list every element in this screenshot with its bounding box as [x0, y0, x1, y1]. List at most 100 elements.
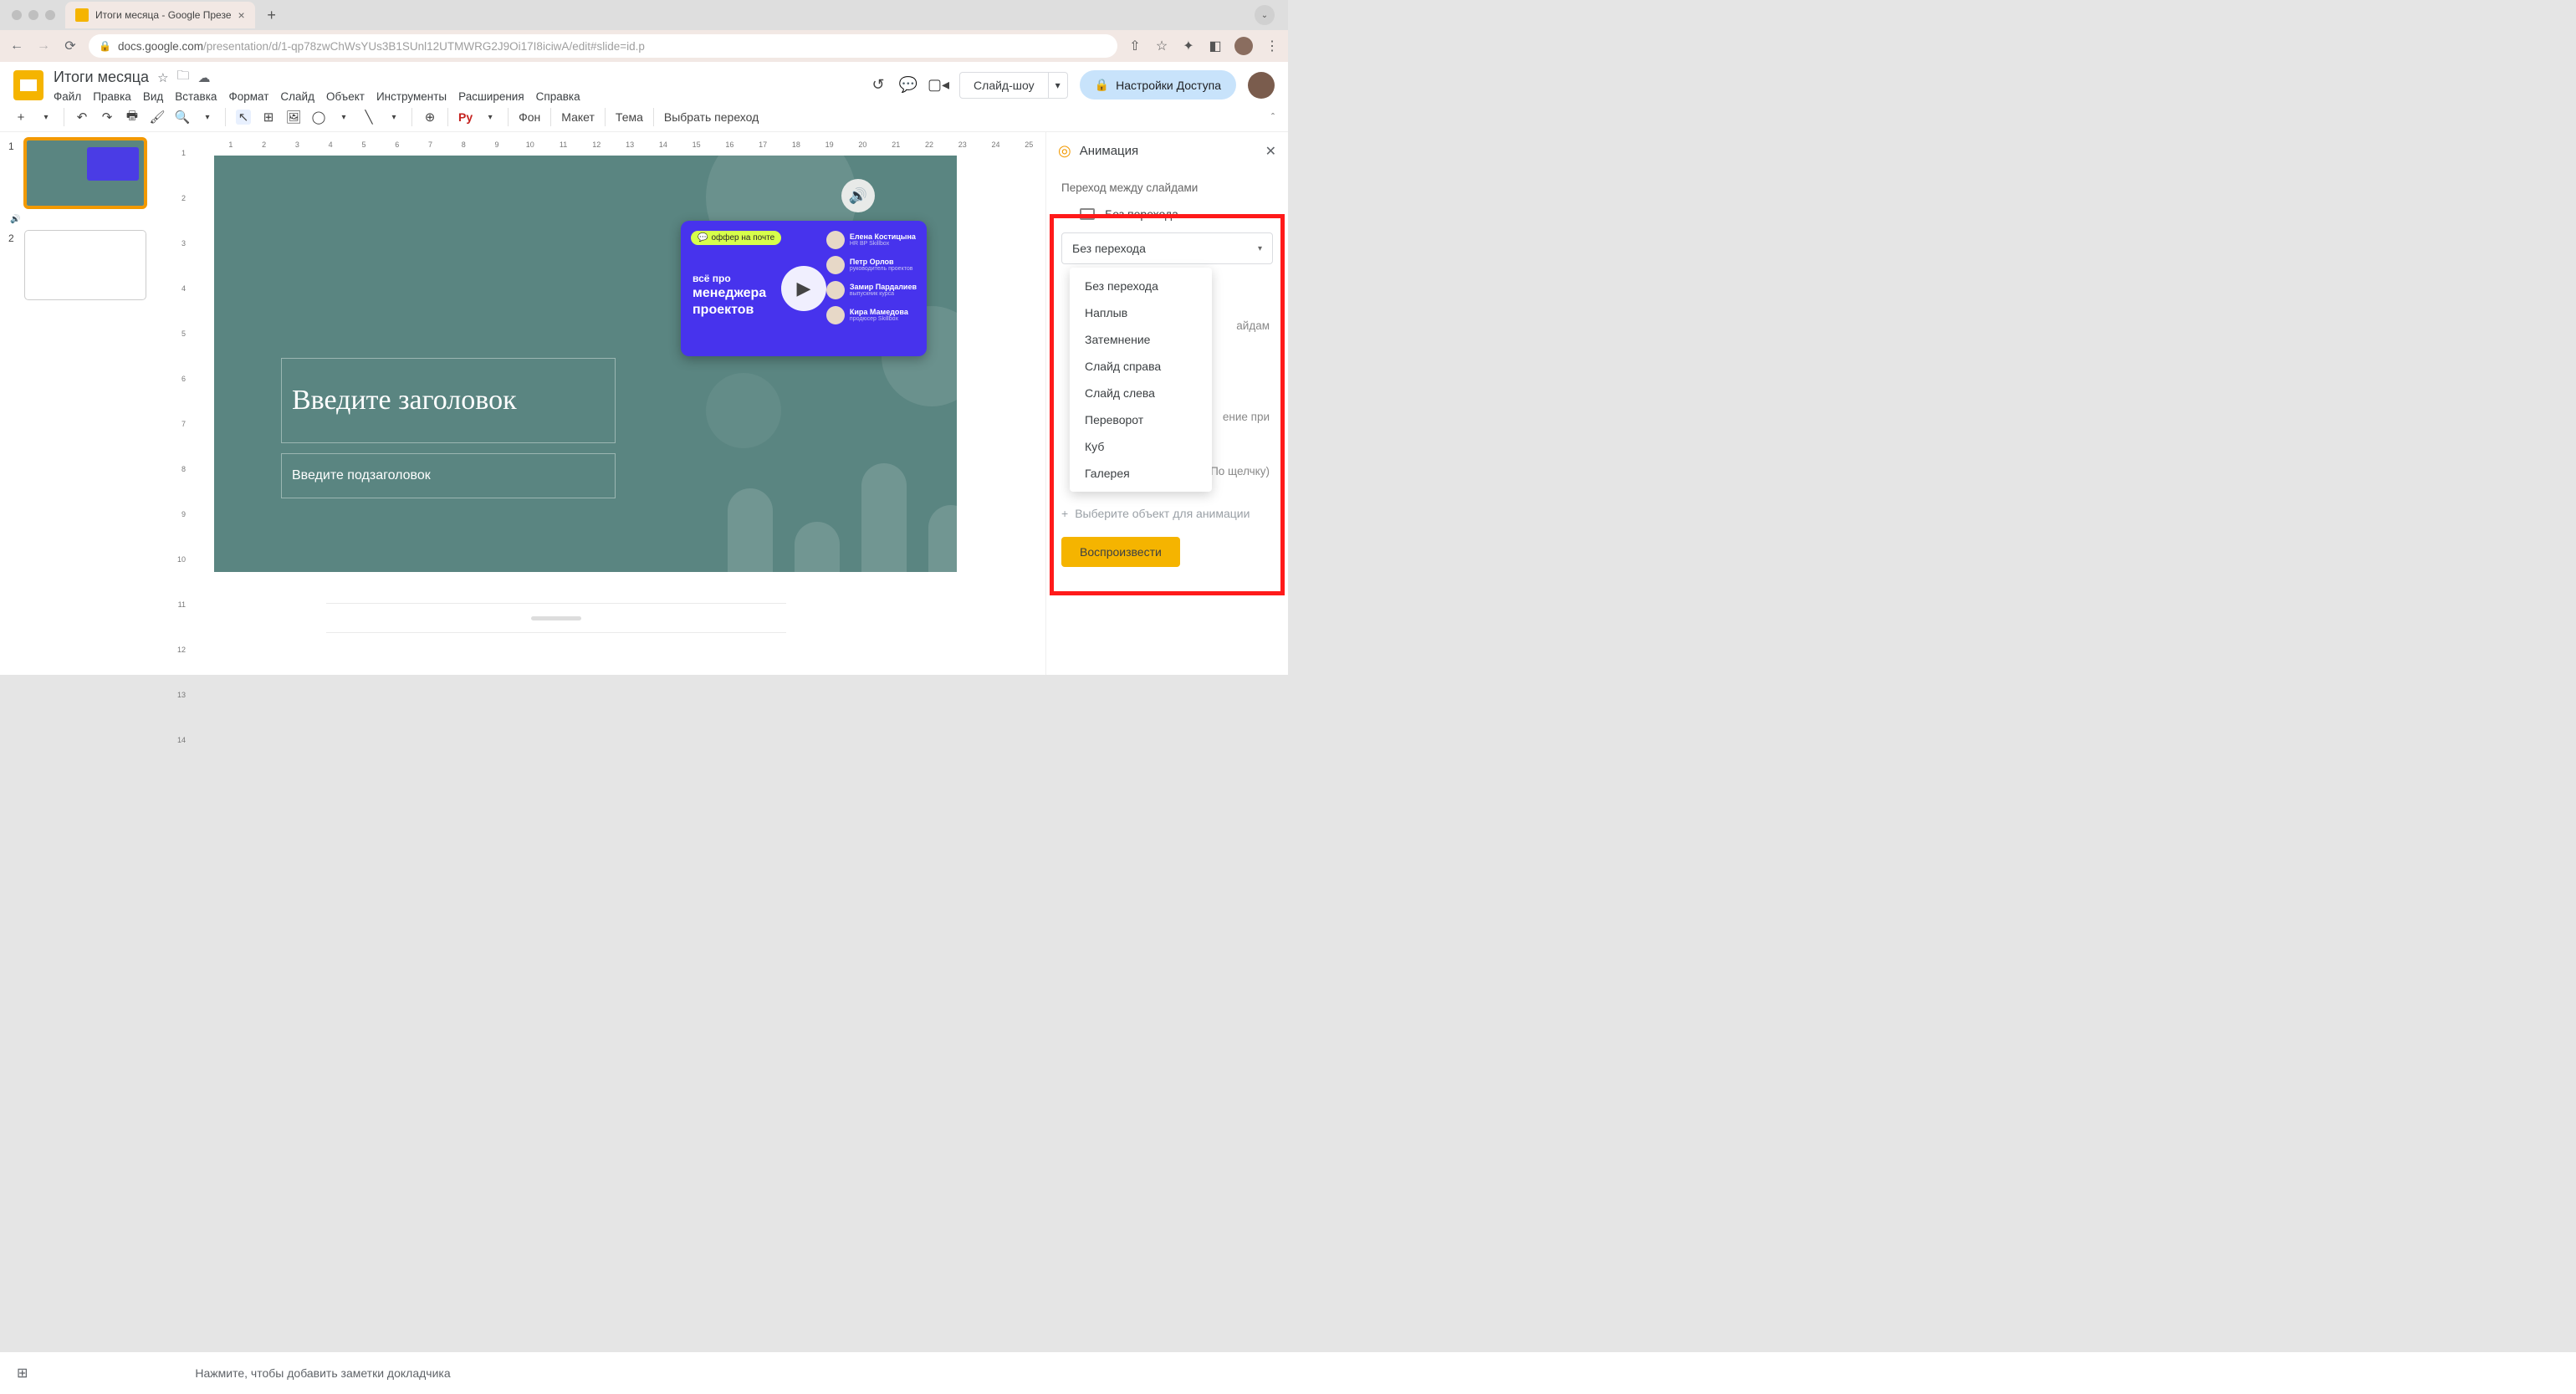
browser-tab[interactable]: Итоги месяца - Google Презе ×	[65, 2, 255, 28]
shape-button[interactable]: ◯	[311, 110, 326, 125]
dd-option-slide-left[interactable]: Слайд слева	[1070, 380, 1212, 406]
transition-dropdown: Без перехода Наплыв Затемнение Слайд спр…	[1070, 268, 1212, 492]
move-folder-icon[interactable]: 🗀	[177, 67, 190, 88]
address-bar: ← → ⟳ 🔒 docs.google.com/presentation/d/1…	[0, 30, 1288, 62]
motion-icon: ◎	[1058, 142, 1071, 160]
tabs-overflow-button[interactable]: ⌄	[1255, 5, 1275, 25]
new-slide-button[interactable]: +	[13, 110, 28, 125]
undo-button[interactable]: ↶	[74, 110, 89, 125]
dd-option-cube[interactable]: Куб	[1070, 433, 1212, 460]
comment-insert-button[interactable]: ⊕	[422, 110, 437, 125]
paint-format-button[interactable]: 🖌	[150, 110, 165, 125]
print-button[interactable]: 🖶	[125, 110, 140, 125]
window-controls[interactable]	[12, 10, 55, 20]
menu-extensions[interactable]: Расширения	[458, 90, 524, 103]
video-embed[interactable]: 💬 оффер на почте всё про менеджера проек…	[681, 221, 927, 356]
dd-option-flip[interactable]: Переворот	[1070, 406, 1212, 433]
menu-slide[interactable]: Слайд	[280, 90, 314, 103]
history-icon[interactable]: ↺	[869, 76, 887, 94]
comments-icon[interactable]: 💬	[899, 76, 917, 94]
tab-title: Итоги месяца - Google Презе	[95, 9, 232, 21]
collapse-toolbar-button[interactable]: ˆ	[1271, 111, 1275, 123]
ruler-horizontal: 1234567891011121314151617181920212223242…	[189, 132, 1045, 149]
slides-app: Итоги месяца ☆ 🗀 ☁ Файл Правка Вид Встав…	[0, 62, 1288, 675]
close-window-icon[interactable]	[12, 10, 22, 20]
close-tab-icon[interactable]: ×	[238, 8, 245, 22]
forward-button[interactable]: →	[35, 38, 52, 54]
meet-icon[interactable]: ▢◂	[929, 76, 948, 94]
url-input[interactable]: 🔒 docs.google.com/presentation/d/1-qp78z…	[89, 34, 1117, 58]
new-tab-button[interactable]: +	[262, 5, 282, 25]
speaker-notes-resize[interactable]	[326, 603, 786, 633]
dd-option-fade[interactable]: Затемнение	[1070, 326, 1212, 353]
menu-insert[interactable]: Вставка	[175, 90, 217, 103]
back-button[interactable]: ←	[8, 38, 25, 54]
menu-view[interactable]: Вид	[143, 90, 163, 103]
audio-icon[interactable]: 🔊	[841, 179, 875, 212]
chevron-down-icon[interactable]: ▾	[336, 110, 351, 125]
star-icon[interactable]: ☆	[157, 70, 168, 85]
slide-canvas[interactable]: 🔊 💬 оффер на почте всё про менеджера про…	[214, 156, 957, 572]
extensions-icon[interactable]: ✦	[1181, 38, 1196, 54]
thumbnail-slide-1[interactable]	[25, 139, 146, 207]
menu-object[interactable]: Объект	[326, 90, 365, 103]
canvas-area: 1234567891011121314151617181920212223242…	[159, 132, 1045, 675]
image-button[interactable]: 🖼	[286, 110, 301, 125]
doc-title[interactable]: Итоги месяца	[54, 69, 149, 86]
slideshow-dropdown-button[interactable]: ▾	[1049, 72, 1068, 99]
menu-tools[interactable]: Инструменты	[376, 90, 447, 103]
addr-icons: ⇧ ☆ ✦ ◧ ⋮	[1127, 37, 1280, 55]
person-avatar-icon	[826, 306, 845, 324]
chevron-down-icon[interactable]: ▾	[200, 110, 215, 125]
transition-button[interactable]: Выбрать переход	[664, 110, 759, 124]
transitions-section-label: Переход между слайдами	[1046, 170, 1288, 199]
dd-option-slide-right[interactable]: Слайд справа	[1070, 353, 1212, 380]
thumb-number: 2	[8, 231, 20, 299]
maximize-window-icon[interactable]	[45, 10, 55, 20]
menu-format[interactable]: Формат	[228, 90, 268, 103]
select-tool-button[interactable]: ↖	[236, 110, 251, 125]
ruler-vertical: 1234567891011121314	[171, 149, 189, 675]
bookmark-icon[interactable]: ☆	[1154, 38, 1169, 54]
browser-chrome: Итоги месяца - Google Презе × + ⌄ ← → ⟳ …	[0, 0, 1288, 62]
thumb-number: 1	[8, 139, 20, 207]
paint-format-label[interactable]: Рy	[458, 110, 473, 124]
lock-icon: 🔒	[1095, 78, 1109, 92]
layout-button[interactable]: Макет	[561, 110, 595, 124]
menu-file[interactable]: Файл	[54, 90, 81, 103]
person: Елена КостицынаHR BP Skillbox	[826, 231, 917, 249]
kebab-menu-icon[interactable]: ⋮	[1265, 38, 1280, 54]
account-avatar-icon[interactable]	[1248, 72, 1275, 99]
menu-edit[interactable]: Правка	[93, 90, 131, 103]
person-name: Петр Орлов	[850, 258, 913, 266]
chevron-down-icon[interactable]: ▾	[386, 110, 401, 125]
play-icon[interactable]: ▶	[781, 266, 826, 311]
theme-button[interactable]: Тема	[616, 110, 643, 124]
thumbnail-slide-2[interactable]	[25, 231, 146, 299]
title-placeholder[interactable]: Введите заголовок	[281, 358, 616, 443]
dd-option-dissolve[interactable]: Наплыв	[1070, 299, 1212, 326]
textbox-button[interactable]: ⊞	[261, 110, 276, 125]
close-panel-button[interactable]: ✕	[1265, 143, 1276, 160]
sidepanel-icon[interactable]: ◧	[1208, 38, 1223, 54]
menu-help[interactable]: Справка	[536, 90, 580, 103]
profile-avatar-icon[interactable]	[1234, 37, 1253, 55]
background-button[interactable]: Фон	[519, 110, 540, 124]
dd-option-gallery[interactable]: Галерея	[1070, 460, 1212, 487]
share-url-icon[interactable]: ⇧	[1127, 38, 1142, 54]
minimize-window-icon[interactable]	[28, 10, 38, 20]
line-button[interactable]: ╲	[361, 110, 376, 125]
explore-icon[interactable]: ⊞	[17, 1365, 28, 1381]
slides-logo-icon[interactable]	[13, 70, 43, 100]
zoom-button[interactable]: 🔍	[175, 110, 190, 125]
redo-button[interactable]: ↷	[100, 110, 115, 125]
speaker-notes-hint[interactable]: Нажмите, чтобы добавить заметки докладчи…	[195, 1366, 450, 1380]
reload-button[interactable]: ⟳	[62, 38, 79, 54]
person: Кира Мамедовапродюсер Skillbox	[826, 306, 917, 324]
chevron-down-icon[interactable]: ▾	[483, 110, 498, 125]
subtitle-placeholder[interactable]: Введите подзаголовок	[281, 453, 616, 498]
dd-option-none[interactable]: Без перехода	[1070, 273, 1212, 299]
share-button[interactable]: 🔒 Настройки Доступа	[1080, 70, 1236, 100]
chevron-down-icon[interactable]: ▾	[38, 110, 54, 125]
slideshow-button[interactable]: Слайд-шоу	[959, 72, 1049, 99]
